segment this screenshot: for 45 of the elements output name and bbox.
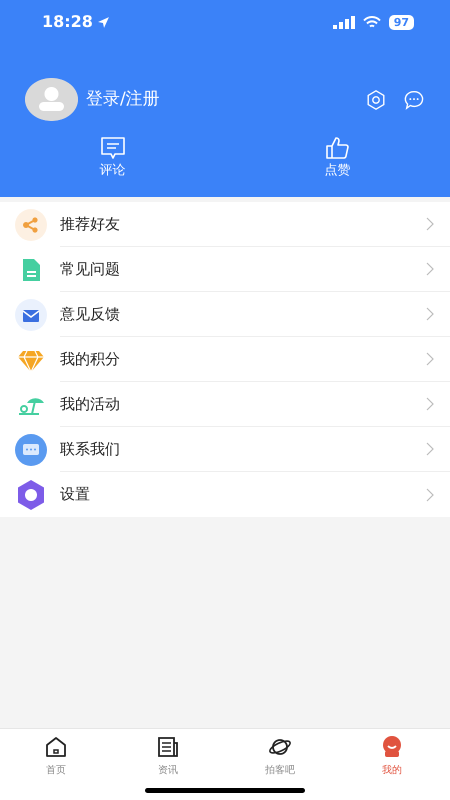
chevron-right-icon [426,352,434,366]
menu-item[interactable]: 意见反馈 [0,292,450,337]
home-icon [44,735,68,759]
menu-item[interactable]: 我的积分 [0,337,450,382]
tab-item[interactable]: 首页 [0,729,112,800]
menu-label: 推荐好友 [60,214,121,235]
signal-icon [332,16,355,28]
login-link[interactable]: 登录/注册 [86,86,365,112]
tab-item[interactable]: 拍客吧 [224,729,336,800]
newspaper-icon [156,735,180,759]
menu-label: 我的活动 [60,394,121,415]
menu-label: 联系我们 [60,438,121,460]
mail-icon [15,298,47,330]
location-icon [96,16,110,28]
menu-item[interactable]: 我的活动 [0,382,450,427]
chevron-right-icon [426,442,434,456]
menu-label: 常见问题 [60,258,121,280]
menu-label: 我的积分 [60,348,121,370]
chevron-right-icon [426,488,434,502]
avatar-icon [25,78,78,121]
settings-icon[interactable] [365,88,387,110]
menu-label: 设置 [60,484,91,506]
menu-item[interactable]: 常见问题 [0,247,450,292]
battery-level: 97 [388,14,414,30]
chevron-right-icon [426,217,434,231]
wifi-icon [362,16,381,28]
menu-label: 意见反馈 [60,304,121,325]
status-time: 18:28 [42,11,93,33]
message-icon[interactable] [403,88,425,110]
action-button[interactable]: 点赞 [324,161,350,180]
mascot-icon [380,735,404,759]
comment-icon [98,135,126,161]
menu-item[interactable]: 联系我们 [0,427,450,472]
chevron-right-icon [426,397,434,411]
chat-bubble-icon [15,434,47,466]
settings-icon [15,478,47,510]
chevron-right-icon [426,307,434,321]
thumbs-up-icon [324,135,352,161]
chevron-right-icon [426,262,434,276]
tab-item[interactable]: 资讯 [112,729,224,800]
menu-item[interactable]: 推荐好友 [0,202,450,247]
tab-item[interactable]: 我的 [336,729,448,800]
share-icon [15,208,47,240]
menu-item[interactable]: 设置 [0,472,450,517]
action-button[interactable]: 评论 [100,161,126,180]
